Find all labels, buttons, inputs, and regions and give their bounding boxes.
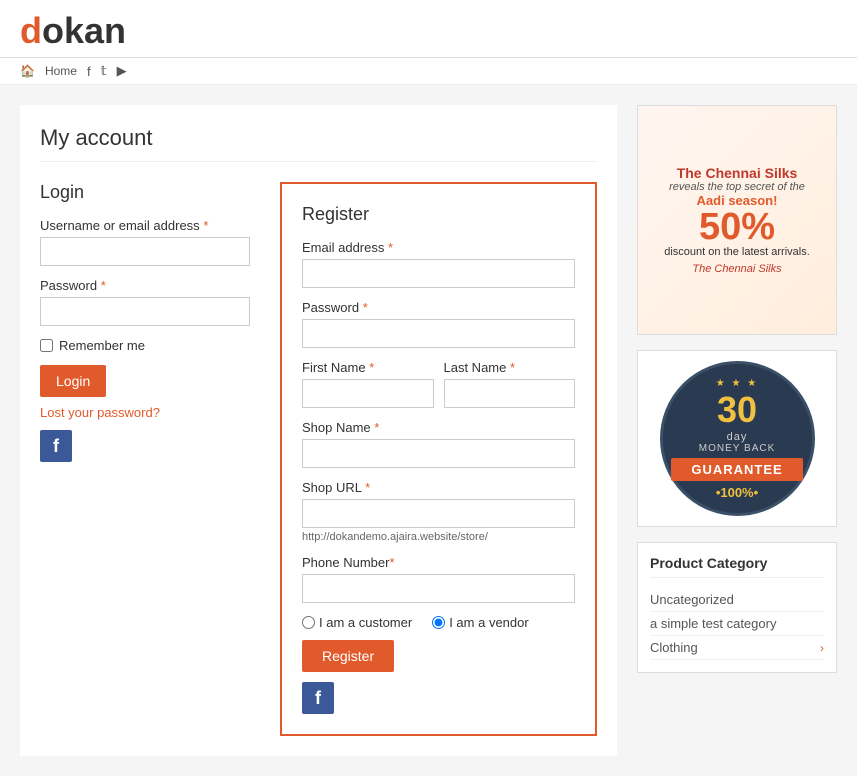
login-section: Login Username or email address * Passwo… [40,182,250,736]
youtube-link[interactable]: ▶ [117,63,127,79]
home-icon: 🏠 [20,64,35,78]
facebook-login-icon[interactable]: f [40,430,72,462]
password-label-login: Password * [40,278,250,293]
login-title: Login [40,182,250,203]
remember-row: Remember me [40,338,250,353]
guarantee-circle: ★ ★ ★ 30 day MONEY BACK GUARANTEE •100%• [660,361,815,516]
last-name-input[interactable] [444,379,576,408]
twitter-link[interactable]: 𝕥 [101,63,107,79]
ad-banner: The Chennai Silks reveals the top secret… [637,105,837,335]
username-label: Username or email address * [40,218,250,233]
register-title: Register [302,204,575,225]
last-name-label: Last Name * [444,360,576,375]
shop-url-group: Shop URL * http://dokandemo.ajaira.websi… [302,480,575,543]
logo[interactable]: dokan [20,0,126,57]
password-group-register: Password * [302,300,575,348]
remember-checkbox[interactable] [40,339,53,352]
sidebar: The Chennai Silks reveals the top secret… [637,105,837,756]
guarantee-box: ★ ★ ★ 30 day MONEY BACK GUARANTEE •100%• [637,350,837,527]
guarantee-day-label: day [727,431,748,443]
ad-line2: reveals the top secret of the [664,181,810,193]
password-input-register[interactable] [302,319,575,348]
category-item[interactable]: a simple test category [650,612,824,636]
password-group-login: Password * [40,278,250,326]
ad-brand: The Chennai Silks [664,263,810,275]
register-section: Register Email address * Password * [280,182,597,736]
facebook-link[interactable]: f [87,64,91,79]
shop-url-label: Shop URL * [302,480,575,495]
login-button[interactable]: Login [40,365,106,397]
password-input-login[interactable] [40,297,250,326]
shop-url-hint: http://dokandemo.ajaira.website/store/ [302,531,575,543]
shop-name-input[interactable] [302,439,575,468]
shop-url-input[interactable] [302,499,575,528]
ad-sub: discount on the latest arrivals. [664,246,810,258]
home-link[interactable]: Home [45,64,77,78]
customer-radio-label[interactable]: I am a customer [302,615,412,630]
guarantee-stars: ★ ★ ★ [716,378,758,389]
vendor-radio-label[interactable]: I am a vendor [432,615,529,630]
guarantee-ribbon: GUARANTEE [671,458,802,481]
ad-line1: The Chennai Silks [664,165,810,181]
remember-label: Remember me [59,338,145,353]
username-input[interactable] [40,237,250,266]
first-name-input[interactable] [302,379,434,408]
product-category-title: Product Category [650,555,824,578]
phone-input[interactable] [302,574,575,603]
ad-discount: 50% [664,208,810,246]
category-list: Uncategorizeda simple test categoryCloth… [650,588,824,660]
logo-d: d [20,10,42,51]
vendor-radio[interactable] [432,616,445,629]
guarantee-money-back: MONEY BACK [699,443,776,454]
role-radio-group: I am a customer I am a vendor [302,615,575,630]
phone-label: Phone Number* [302,555,575,570]
shop-name-group: Shop Name * [302,420,575,468]
first-name-group: First Name * [302,360,434,408]
password-label-register: Password * [302,300,575,315]
register-button[interactable]: Register [302,640,394,672]
customer-radio[interactable] [302,616,315,629]
first-name-label: First Name * [302,360,434,375]
username-group: Username or email address * [40,218,250,266]
guarantee-pct: •100%• [716,485,758,500]
name-group: First Name * Last Name * [302,360,575,420]
email-input[interactable] [302,259,575,288]
category-item[interactable]: Uncategorized [650,588,824,612]
shop-name-label: Shop Name * [302,420,575,435]
page-title: My account [40,125,597,162]
email-label: Email address * [302,240,575,255]
email-group: Email address * [302,240,575,288]
lost-password-link[interactable]: Lost your password? [40,405,250,420]
last-name-group: Last Name * [444,360,576,408]
facebook-register-icon[interactable]: f [302,682,334,714]
phone-group: Phone Number* [302,555,575,603]
category-item[interactable]: Clothing› [650,636,824,660]
logo-rest: okan [42,10,126,51]
product-category-widget: Product Category Uncategorizeda simple t… [637,542,837,673]
guarantee-days: 30 [717,389,757,431]
